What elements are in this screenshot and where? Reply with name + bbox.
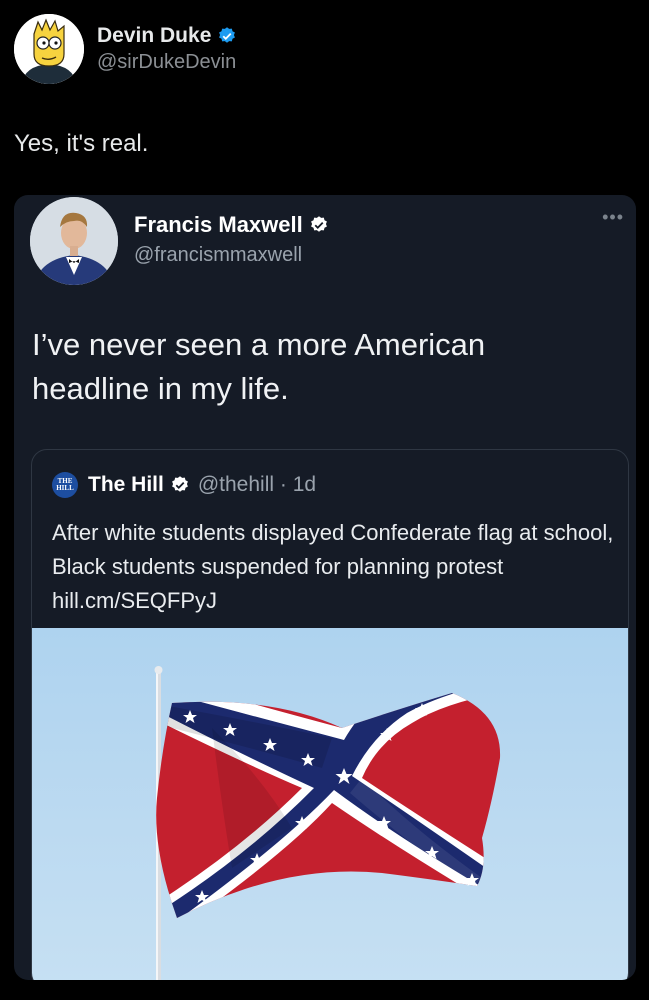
verified-badge-icon: [171, 476, 188, 492]
avatar[interactable]: [14, 14, 84, 84]
quoted-tweet-header: THE HILL The Hill @thehill · 1d: [52, 472, 316, 498]
author-handle[interactable]: @sirDukeDevin: [97, 51, 237, 74]
more-options-icon: •••: [602, 207, 624, 227]
inner-tweet-text: I’ve never seen a more American headline…: [32, 327, 486, 406]
flag-photo: [32, 628, 628, 980]
verified-badge-icon: [310, 215, 327, 232]
outer-tweet-header: Devin Duke @sirDukeDevin: [14, 14, 237, 84]
tweet-text: Yes, it's real.: [14, 130, 149, 157]
inner-author-handle: @francismmaxwell: [134, 243, 303, 266]
embedded-tweet-screenshot: Francis Maxwell @francismmaxwell ••• I’v…: [14, 195, 636, 980]
cartoon-avatar-icon: [14, 14, 84, 84]
verified-badge-icon: [219, 27, 236, 43]
quoted-tweet-card: THE HILL The Hill @thehill · 1d After wh…: [31, 449, 629, 980]
quoted-author-name: The Hill: [88, 473, 164, 496]
confederate-flag-image: [154, 666, 501, 980]
inner-author-name: Francis Maxwell: [134, 211, 303, 237]
author-name[interactable]: Devin Duke: [97, 24, 211, 48]
quoted-tweet-text: After white students displayed Confedera…: [52, 520, 614, 613]
avatar: [30, 197, 118, 285]
the-hill-logo-icon: THE HILL: [52, 472, 78, 498]
quoted-author-handle: @thehill · 1d: [197, 473, 317, 496]
man-in-tuxedo-photo-icon: [30, 197, 118, 285]
inner-tweet-header: Francis Maxwell @francismmaxwell: [30, 197, 329, 285]
